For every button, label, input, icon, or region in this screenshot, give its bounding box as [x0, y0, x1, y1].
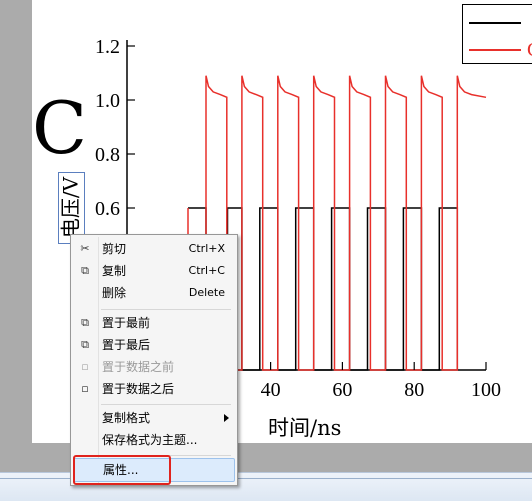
menu-item-label: 剪切 — [102, 242, 127, 256]
menu-item-label: 置于数据之后 — [102, 382, 175, 396]
window-background-left — [0, 0, 32, 472]
menu-item-label: 删除 — [102, 286, 127, 300]
menu-item-cut[interactable]: ✂ 剪切 Ctrl+X — [73, 238, 233, 260]
legend-swatch-red — [469, 49, 521, 51]
before-data-icon: ▫ — [81, 360, 89, 373]
y-tick-label: 1.2 — [95, 36, 120, 58]
menu-separator — [101, 309, 231, 310]
after-data-icon: ▫ — [81, 382, 89, 395]
bring-to-front-icon: ⧉ — [81, 316, 89, 329]
legend-label-red: C — [527, 38, 532, 62]
menu-item-shortcut: Ctrl+C — [188, 264, 225, 277]
y-axis-title[interactable]: 电压/V — [59, 173, 84, 243]
menu-item-after-data[interactable]: ▫ 置于数据之后 — [73, 378, 233, 400]
legend-item-black — [463, 11, 532, 35]
menu-item-delete[interactable]: 删除 Delete — [73, 282, 233, 304]
x-tick-label: 60 — [332, 379, 352, 401]
send-to-back-icon: ⧉ — [81, 338, 89, 351]
legend-swatch-black — [469, 22, 521, 24]
highlight-annotation — [73, 455, 171, 485]
menu-item-shortcut: Ctrl+X — [188, 242, 225, 255]
menu-item-label: 复制 — [102, 264, 127, 278]
x-axis-title[interactable]: 时间/ns — [268, 416, 341, 440]
y-tick-label: 0.6 — [95, 198, 120, 220]
y-tick-label: 1.0 — [95, 90, 120, 112]
legend[interactable]: C — [462, 4, 532, 64]
menu-item-shortcut: Delete — [188, 286, 225, 299]
legend-item-red: C — [463, 38, 532, 62]
menu-item-label: 置于最后 — [102, 338, 151, 352]
menu-item-before-data[interactable]: ▫ 置于数据之前 — [73, 356, 233, 378]
x-tick-label: 80 — [404, 379, 424, 401]
scissors-icon: ✂ — [80, 242, 90, 255]
menu-item-copy-format[interactable]: 复制格式 — [73, 407, 233, 429]
submenu-arrow-icon — [224, 414, 229, 422]
x-tick-label: 100 — [471, 379, 501, 401]
panel-letter[interactable]: C — [32, 88, 87, 168]
menu-item-label: 复制格式 — [102, 411, 151, 425]
menu-separator — [101, 404, 231, 405]
menu-item-send-to-back[interactable]: ⧉ 置于最后 — [73, 334, 233, 356]
menu-item-save-format-as-theme[interactable]: 保存格式为主题... — [73, 429, 233, 451]
menu-item-bring-to-front[interactable]: ⧉ 置于最前 — [73, 312, 233, 334]
y-axis-ticks[interactable]: 0.6 0.8 1.0 1.2 — [95, 36, 135, 220]
menu-item-copy[interactable]: ⧉ 复制 Ctrl+C — [73, 260, 233, 282]
menu-item-label: 置于最前 — [102, 316, 151, 330]
x-axis-ticks[interactable]: 40 60 80 100 — [261, 362, 501, 401]
menu-item-label: 置于数据之前 — [102, 360, 175, 374]
y-tick-label: 0.8 — [95, 144, 120, 166]
menu-item-label: 保存格式为主题... — [102, 433, 198, 447]
context-menu: ✂ 剪切 Ctrl+X ⧉ 复制 Ctrl+C 删除 Delete ⧉ 置于最前… — [70, 234, 238, 486]
copy-icon: ⧉ — [81, 264, 89, 277]
x-tick-label: 40 — [261, 379, 281, 401]
